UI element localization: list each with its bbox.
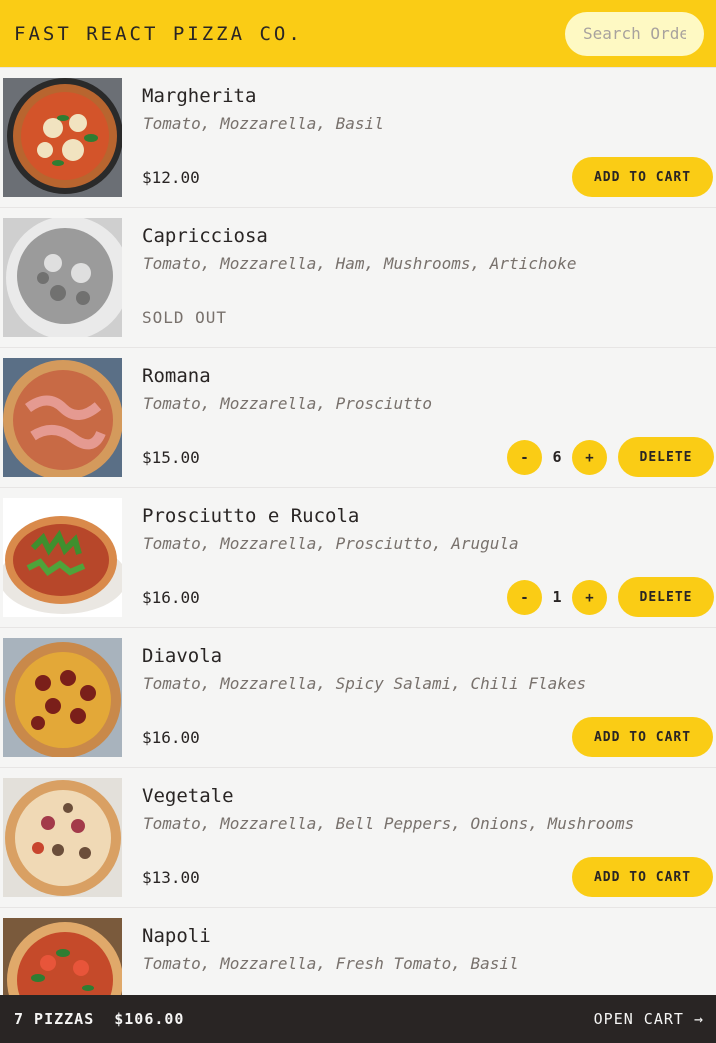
add-to-cart-button[interactable]: ADD TO CART [572, 157, 713, 197]
pizza-ingredients: Tomato, Mozzarella, Basil [143, 114, 384, 133]
pizza-price: $15.00 [142, 448, 200, 467]
pizza-ingredients: Tomato, Mozzarella, Spicy Salami, Chili … [143, 674, 587, 693]
delete-item-button[interactable]: DELETE [618, 437, 714, 477]
menu-item: Capricciosa Tomato, Mozzarella, Ham, Mus… [0, 208, 716, 348]
pizza-name: Capricciosa [142, 225, 268, 247]
search-order-input[interactable] [565, 11, 704, 56]
pizza-name: Prosciutto e Rucola [142, 505, 360, 527]
item-quantity: 6 [552, 448, 562, 466]
cart-total-price: $106.00 [114, 1010, 185, 1028]
pizza-name: Diavola [142, 645, 223, 667]
pizza-napoli-icon [3, 918, 122, 995]
menu-item: Margherita Tomato, Mozzarella, Basil $12… [0, 68, 716, 208]
pizza-name: Margherita [142, 85, 257, 107]
pizza-price: $13.00 [142, 868, 200, 887]
decrease-quantity-button[interactable]: - [507, 580, 542, 615]
pizza-diavola-icon [3, 638, 122, 757]
cart-overview: 7 PIZZAS $106.00 OPEN CART → [0, 995, 716, 1043]
pizza-rucola-icon [3, 498, 122, 617]
delete-item-button[interactable]: DELETE [618, 577, 714, 617]
brand-logo[interactable]: FAST REACT PIZZA CO. [14, 23, 303, 45]
pizza-name: Vegetale [142, 785, 234, 807]
header: FAST REACT PIZZA CO. [0, 0, 716, 68]
pizza-price: $12.00 [142, 168, 200, 187]
pizza-price: $16.00 [142, 588, 200, 607]
add-to-cart-button[interactable]: ADD TO CART [572, 717, 713, 757]
menu-item: Diavola Tomato, Mozzarella, Spicy Salami… [0, 628, 716, 768]
cart-pizza-count: 7 PIZZAS [14, 1010, 95, 1028]
pizza-name: Romana [142, 365, 211, 387]
pizza-ingredients: Tomato, Mozzarella, Fresh Tomato, Basil [143, 954, 519, 973]
cart-summary: 7 PIZZAS $106.00 [14, 1010, 184, 1028]
increase-quantity-button[interactable]: + [572, 580, 607, 615]
pizza-price: $16.00 [142, 728, 200, 747]
decrease-quantity-button[interactable]: - [507, 440, 542, 475]
menu-item: Romana Tomato, Mozzarella, Prosciutto $1… [0, 348, 716, 488]
pizza-vegetale-icon [3, 778, 122, 897]
pizza-margherita-icon [3, 78, 122, 197]
increase-quantity-button[interactable]: + [572, 440, 607, 475]
item-quantity: 1 [552, 588, 562, 606]
menu-item: Napoli Tomato, Mozzarella, Fresh Tomato,… [0, 908, 716, 995]
pizza-capricciosa-icon [3, 218, 122, 337]
pizza-ingredients: Tomato, Mozzarella, Ham, Mushrooms, Arti… [143, 254, 577, 273]
menu-item: Vegetale Tomato, Mozzarella, Bell Pepper… [0, 768, 716, 908]
pizza-romana-icon [3, 358, 122, 477]
pizza-ingredients: Tomato, Mozzarella, Prosciutto [143, 394, 432, 413]
pizza-ingredients: Tomato, Mozzarella, Prosciutto, Arugula [143, 534, 519, 553]
add-to-cart-button[interactable]: ADD TO CART [572, 857, 713, 897]
menu-list: Margherita Tomato, Mozzarella, Basil $12… [0, 68, 716, 995]
open-cart-link[interactable]: OPEN CART → [594, 1010, 704, 1028]
sold-out-label: SOLD OUT [142, 308, 228, 327]
pizza-name: Napoli [142, 925, 211, 947]
menu-item: Prosciutto e Rucola Tomato, Mozzarella, … [0, 488, 716, 628]
pizza-ingredients: Tomato, Mozzarella, Bell Peppers, Onions… [143, 814, 635, 833]
